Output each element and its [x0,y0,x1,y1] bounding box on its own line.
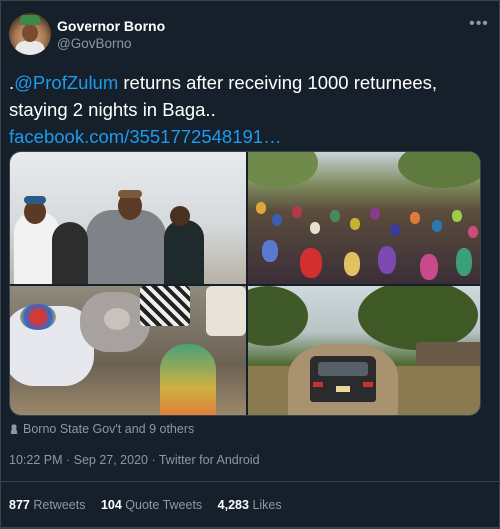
divider [1,481,500,482]
likes-count: 4,283 [217,498,249,512]
liked-by-summary[interactable]: Borno State Gov't and 9 others [9,422,194,436]
more-options-icon[interactable]: ••• [469,15,489,32]
author-name[interactable]: Governor Borno [57,18,165,34]
retweets-count: 877 [9,498,30,512]
tweet-text: .@ProfZulum returns after receiving 1000… [9,69,489,150]
liked-by-text: Borno State Gov't and 9 others [23,422,195,436]
tweet-header: Governor Borno @GovBorno ••• [9,13,495,57]
author-handle[interactable]: @GovBorno [57,36,132,51]
quote-tweets-stat[interactable]: 104 Quote Tweets [101,498,202,512]
tweet-card: Governor Borno @GovBorno ••• .@ProfZulum… [0,0,500,529]
likes-label: Likes [252,498,282,512]
retweets-stat[interactable]: 877 Retweets [9,498,85,512]
photo-greeting[interactable] [10,286,246,415]
external-link[interactable]: facebook.com/3551772548191… [9,126,282,147]
quote-tweets-label: Quote Tweets [125,498,203,512]
photo-crowd[interactable] [248,152,480,284]
engagement-stats: 877 Retweets 104 Quote Tweets 4,283 Like… [9,498,294,512]
divider [1,527,500,528]
likes-stat[interactable]: 4,283 Likes [218,498,282,512]
photo-officials[interactable] [10,152,246,284]
photo-convoy[interactable] [248,286,480,415]
tweet-timestamp[interactable]: 10:22 PM · Sep 27, 2020 · Twitter for An… [9,453,260,467]
suv-vehicle [310,356,376,402]
avatar[interactable] [9,13,51,55]
retweets-label: Retweets [33,498,86,512]
mention-link[interactable]: @ProfZulum [14,72,118,93]
person-icon [9,424,19,434]
quote-tweets-count: 104 [100,498,122,512]
media-grid [9,151,481,416]
